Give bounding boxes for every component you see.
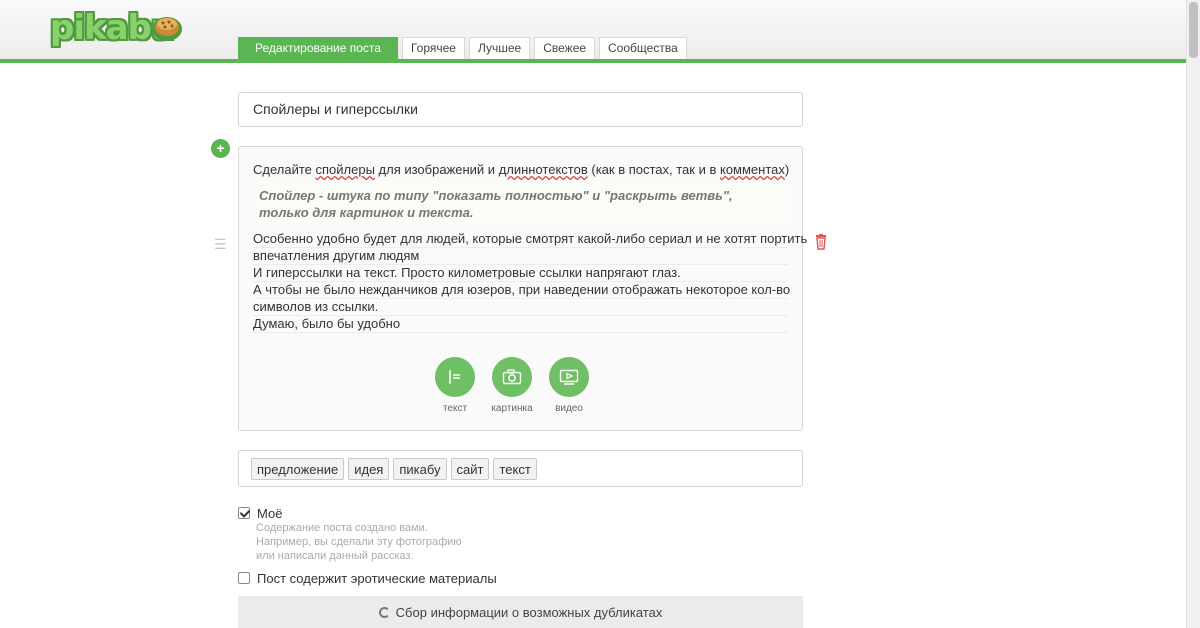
tab-best[interactable]: Лучшее [468, 37, 531, 59]
add-text-button[interactable]: текст [435, 357, 475, 414]
add-image-button[interactable]: картинка [491, 357, 533, 414]
nav-tabs: Редактирование поста Горячее Лучшее Свеж… [238, 37, 687, 59]
mine-checkbox[interactable] [238, 507, 250, 519]
cake-icon [152, 17, 182, 41]
camera-icon[interactable] [492, 357, 532, 397]
intro-text: Сделайте спойлеры для изображений и длин… [253, 162, 789, 177]
mine-label: Моё [257, 506, 283, 521]
intro-part: длиннотекстов [498, 162, 588, 177]
text-line: А чтобы не было нежданчиков для юзеров, … [253, 282, 791, 299]
tab-fresh[interactable]: Свежее [534, 37, 596, 59]
intro-part: комментах [719, 162, 785, 177]
intro-part: для изображений и [374, 162, 499, 177]
scrollbar-thumb[interactable] [1189, 2, 1198, 58]
intro-part: спойлеры [315, 162, 375, 177]
tag-chip[interactable]: пикабу [393, 458, 447, 480]
text-line: И гиперссылки на текст. Просто километро… [253, 265, 788, 282]
post-title-input[interactable]: Спойлеры и гиперссылки [238, 92, 803, 127]
body-text: Особенно удобно будет для людей, которые… [253, 231, 808, 333]
media-label: картинка [491, 403, 533, 414]
header: pikabu Редактирование поста Горячее Лучш… [0, 0, 1186, 63]
trash-icon[interactable] [814, 234, 828, 250]
erotic-checkbox[interactable] [238, 572, 250, 584]
tab-communities[interactable]: Сообщества [599, 37, 687, 59]
mine-desc-line: Содержание поста создано вами. [256, 522, 428, 534]
erotic-option[interactable]: Пост содержит эротические материалы [238, 571, 497, 586]
spinner-icon [378, 606, 390, 618]
tab-hot[interactable]: Горячее [401, 37, 465, 59]
media-buttons: текст картинка видео [435, 357, 589, 414]
pikabu-logo[interactable]: pikabu [50, 8, 190, 50]
intro-part: (как в постах, так и в [587, 162, 720, 177]
tag-chip[interactable]: сайт [450, 458, 490, 480]
post-editor[interactable]: Сделайте спойлеры для изображений и длин… [238, 146, 808, 431]
intro-part: ) [784, 162, 790, 177]
text-icon[interactable] [435, 357, 475, 397]
duplicates-status: Сбор информации о возможных дубликатах [238, 596, 803, 628]
tab-edit-post[interactable]: Редактирование поста [238, 37, 398, 59]
tag-chip[interactable]: текст [493, 458, 537, 480]
tags-input[interactable]: предложение идея пикабу сайт текст [238, 450, 803, 487]
intro-part: Сделайте [253, 162, 316, 177]
add-video-button[interactable]: видео [549, 357, 589, 414]
duplicates-text: Сбор информации о возможных дубликатах [395, 604, 663, 620]
mine-desc-line: или написали данный рассказ. [256, 550, 414, 562]
text-line: Особенно удобно будет для людей, которые… [253, 231, 808, 248]
drag-handle-icon[interactable]: ☰ [214, 236, 227, 253]
media-label: текст [442, 403, 468, 414]
text-line: Думаю, было бы удобно [253, 316, 788, 333]
mine-description: Содержание поста создано вами. Например,… [256, 521, 462, 563]
add-block-button[interactable]: + [211, 139, 230, 158]
tag-chip[interactable]: предложение [251, 458, 345, 480]
mine-desc-line: Например, вы сделали эту фотографию [256, 536, 462, 548]
spoiler-quote: Спойлер - штука по типу "показать полнос… [253, 181, 788, 227]
media-label: видео [555, 403, 583, 414]
erotic-label: Пост содержит эротические материалы [257, 571, 497, 586]
text-line: символов из ссылки. [253, 299, 788, 316]
video-icon[interactable] [549, 357, 589, 397]
tag-chip[interactable]: идея [348, 458, 390, 480]
mine-option[interactable]: Моё [238, 506, 282, 521]
text-line: впечатления другим людям [253, 248, 788, 265]
page-scrollbar[interactable] [1186, 0, 1200, 628]
